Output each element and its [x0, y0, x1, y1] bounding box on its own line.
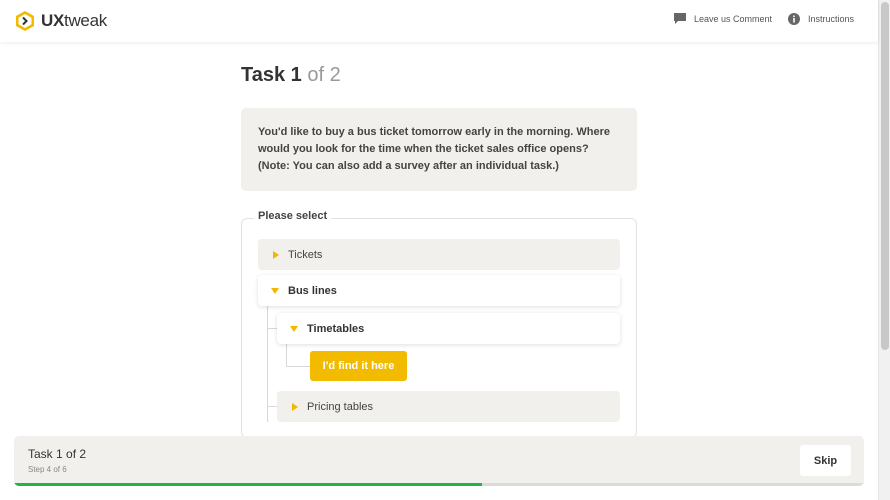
progress-fill [14, 483, 482, 486]
instructions-link[interactable]: Instructions [788, 13, 854, 25]
tree-item-label: Bus lines [288, 284, 337, 297]
find-it-here-button[interactable]: I'd find it here [310, 351, 407, 381]
tree-item-label: Pricing tables [307, 400, 374, 413]
tree-connector [267, 406, 277, 407]
caret-right-icon [292, 402, 298, 411]
brand-logo[interactable]: UXtweak [14, 10, 107, 32]
uxtweak-logo-icon [16, 11, 34, 31]
task-description: You'd like to buy a bus ticket tomorrow … [241, 108, 637, 191]
footer-step-count: Step 4 of 6 [28, 465, 67, 474]
tree-item-label: Tickets [288, 248, 323, 261]
page-scrollbar[interactable] [878, 0, 890, 500]
progress-track [14, 483, 864, 486]
tree-item-pricing-tables[interactable]: Pricing tables [277, 391, 620, 422]
tree-connector [267, 306, 268, 422]
tree-legend: Please select [254, 210, 332, 222]
tree-connector [286, 366, 310, 367]
comment-icon [674, 13, 686, 24]
scrollbar-thumb[interactable] [881, 2, 889, 350]
footer-task-title: Task 1 of 2 [28, 447, 87, 461]
tree-connector [286, 344, 287, 366]
instructions-label: Instructions [808, 14, 855, 24]
tree-item-label: Timetables [307, 322, 365, 335]
tree-item-tickets[interactable]: Tickets [258, 239, 620, 270]
caret-down-icon [271, 287, 279, 294]
caret-right-icon [273, 250, 279, 259]
leave-comment-link[interactable]: Leave us Comment [674, 13, 772, 24]
task-footer: Task 1 of 2 Step 4 of 6 Skip [14, 436, 864, 486]
brand-name: UXtweak [41, 11, 107, 30]
top-header: UXtweak Leave us Comment Instructions [0, 0, 878, 42]
leave-comment-label: Leave us Comment [694, 13, 773, 24]
tree-item-bus-lines[interactable]: Bus lines [258, 275, 620, 306]
tree-connector [267, 328, 277, 329]
page-title: Task 1 of 2 [241, 64, 341, 86]
caret-down-icon [290, 325, 298, 332]
skip-button[interactable]: Skip [800, 445, 851, 476]
tree-item-timetables[interactable]: Timetables [277, 313, 620, 344]
info-icon [788, 13, 800, 25]
